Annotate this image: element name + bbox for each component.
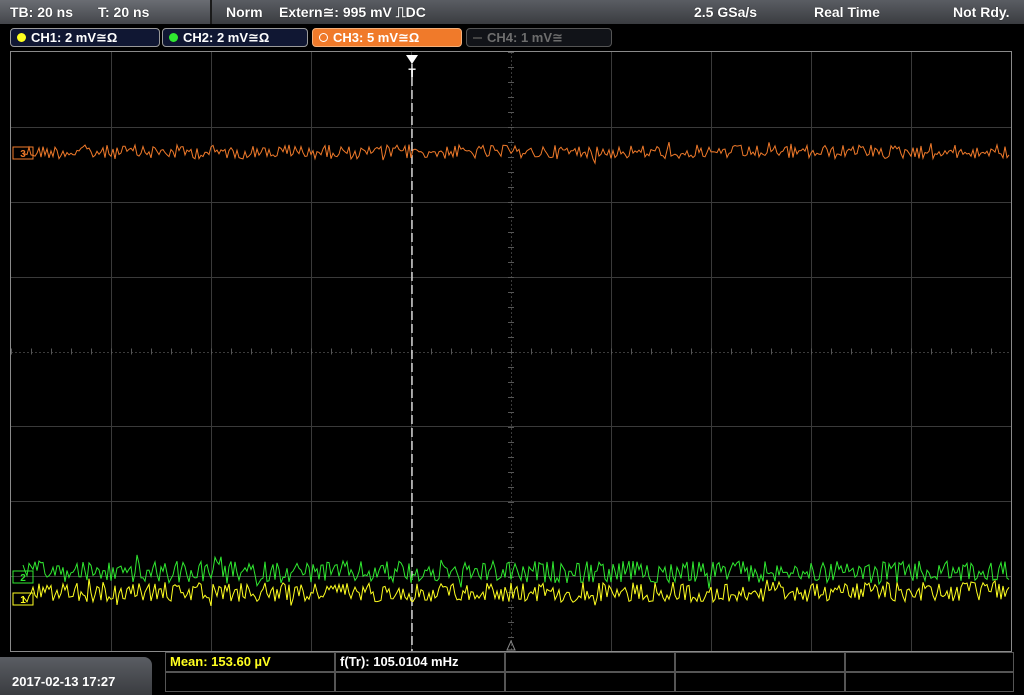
frequency-measurement[interactable]: f(Tr): 105.0104 mHz [335, 652, 505, 672]
measurement-panel[interactable]: Mean: 153.60 µV f(Tr): 105.0104 mHz [165, 652, 1014, 695]
channel-tab-ch1[interactable]: CH1: 2 mV≅Ω [10, 28, 160, 47]
ch3-label: CH3: 5 mV≅Ω [333, 30, 420, 45]
ch2-label: CH2: 2 mV≅Ω [183, 30, 270, 45]
ch2-ground-marker-label: 2 [20, 573, 26, 584]
timestamp-label: 2017-02-13 17:27 [12, 674, 116, 689]
ch3-ground-marker-label: 3 [20, 149, 26, 160]
waveform-canvas[interactable]: T 3 2 1 [11, 52, 1011, 651]
trigger-marker-label: T [408, 66, 416, 80]
measurement-slot-10[interactable] [845, 672, 1014, 692]
measurement-slot-5[interactable] [845, 652, 1014, 672]
ch3-waveform [22, 141, 1010, 165]
ch1-label: CH1: 2 mV≅Ω [31, 30, 118, 45]
timebase-box[interactable]: TB: 20 ns T: 20 ns [0, 0, 212, 24]
sample-rate-label[interactable]: 2.5 GSa/s [694, 4, 757, 20]
acquisition-mode-label[interactable]: Real Time [814, 4, 880, 20]
status-bar: TB: 20 ns T: 20 ns Norm Extern≅: 995 mV … [0, 0, 1024, 24]
ch4-label: CH4: 1 mV≅ [487, 30, 563, 45]
ch2-waveform [22, 554, 1010, 589]
measurement-slot-4[interactable] [675, 652, 845, 672]
acquisition-state-label: Not Rdy. [953, 4, 1010, 20]
channel-tab-ch4[interactable]: CH4: 1 mV≅ [466, 28, 612, 47]
channel-tab-ch3[interactable]: CH3: 5 mV≅Ω [312, 28, 462, 47]
graticule [11, 52, 1011, 651]
ch1-ground-marker-label: 1 [20, 595, 26, 606]
ch3-color-dot-icon [319, 33, 328, 42]
ch2-color-dot-icon [169, 33, 178, 42]
measurement-slot-3[interactable] [505, 652, 675, 672]
channel-tab-ch2[interactable]: CH2: 2 mV≅Ω [162, 28, 308, 47]
trigger-source-label[interactable]: Extern≅: 995 mV ⎍DC [279, 4, 426, 21]
trigger-time-label: T: 20 ns [98, 4, 150, 20]
ch3-ground-marker[interactable]: 3 [12, 146, 34, 160]
datetime-box: 2017-02-13 17:27 [0, 657, 152, 695]
measurement-slot-7[interactable] [335, 672, 505, 692]
ch1-waveform [22, 578, 1010, 607]
trigger-position-marker-icon[interactable] [406, 55, 418, 64]
measurement-slot-6[interactable] [165, 672, 335, 692]
waveform-display[interactable]: T 3 2 1 [10, 51, 1012, 652]
measurement-slot-9[interactable] [675, 672, 845, 692]
mean-measurement[interactable]: Mean: 153.60 µV [165, 652, 335, 672]
ch4-off-dash-icon [473, 37, 482, 39]
ch2-ground-marker[interactable]: 2 [12, 570, 34, 584]
timebase-label: TB: 20 ns [10, 4, 74, 20]
measurement-slot-8[interactable] [505, 672, 675, 692]
ch1-color-dot-icon [17, 33, 26, 42]
trigger-mode-label[interactable]: Norm [226, 4, 263, 20]
